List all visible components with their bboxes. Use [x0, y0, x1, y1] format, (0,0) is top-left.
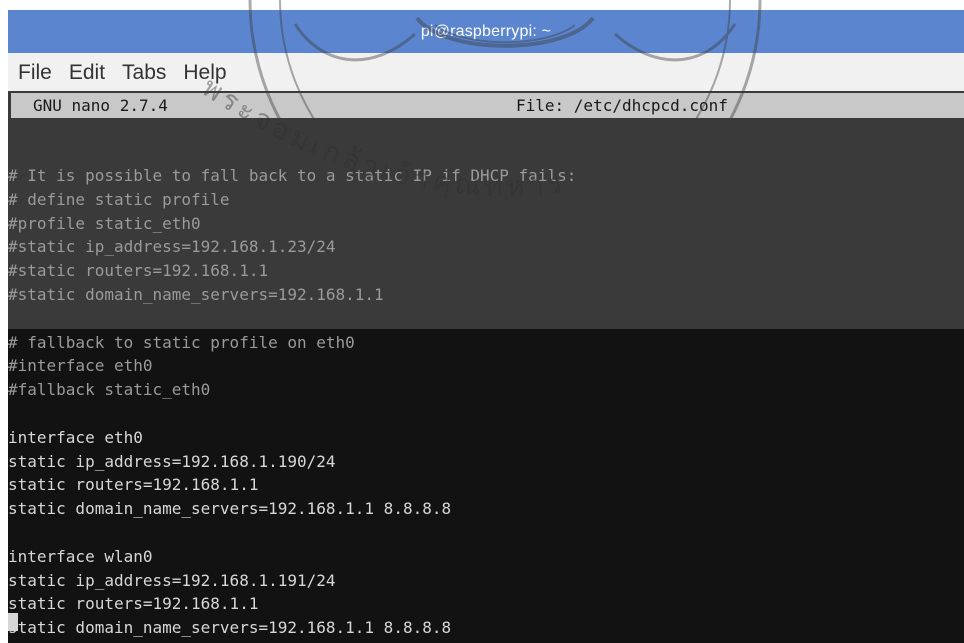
editor-line: #static ip_address=192.168.1.23/24 [8, 237, 336, 257]
menu-file[interactable]: File [18, 62, 52, 83]
editor-line: # It is possible to fall back to a stati… [8, 166, 577, 185]
terminal-editor-area[interactable]: GNU nano 2.7.4 File: /etc/dhcpcd.conf # … [8, 91, 964, 643]
editor-line: static domain_name_servers=192.168.1.1 8… [8, 499, 452, 519]
editor-line: # define static profile [8, 189, 230, 209]
menu-help[interactable]: Help [183, 62, 226, 83]
editor-line: #static routers=192.168.1.1 [8, 261, 269, 281]
editor-line: static routers=192.168.1.1 [8, 475, 259, 495]
window-titlebar[interactable]: pi@raspberrypi: ~ [8, 10, 964, 53]
editor-line: static domain_name_servers=192.168.1.1 8… [8, 618, 452, 638]
menu-edit[interactable]: Edit [69, 62, 105, 83]
nano-version: GNU nano 2.7.4 [33, 96, 168, 115]
editor-line: static ip_address=192.168.1.190/24 [8, 451, 336, 471]
terminal-window: pi@raspberrypi: ~ File Edit Tabs Help GN… [0, 0, 964, 643]
window-title: pi@raspberrypi: ~ [420, 23, 552, 40]
menu-tabs[interactable]: Tabs [122, 62, 166, 83]
nano-file-path: File: /etc/dhcpcd.conf [516, 96, 728, 115]
editor-line: interface eth0 [8, 427, 143, 447]
editor-line: #interface eth0 [8, 356, 153, 376]
nano-header: GNU nano 2.7.4 File: /etc/dhcpcd.conf [11, 93, 964, 118]
menu-bar: File Edit Tabs Help [8, 53, 964, 91]
text-cursor [8, 613, 18, 631]
editor-lines[interactable]: # It is possible to fall back to a stati… [8, 164, 964, 640]
editor-line: #fallback static_eth0 [8, 380, 211, 400]
editor-line: #static domain_name_servers=192.168.1.1 [8, 284, 384, 304]
editor-line: # fallback to static profile on eth0 [8, 332, 355, 352]
editor-line: #profile static_eth0 [8, 213, 201, 233]
editor-line: static ip_address=192.168.1.191/24 [8, 570, 336, 590]
editor-line: interface wlan0 [8, 546, 153, 566]
editor-line: static routers=192.168.1.1 [8, 594, 259, 614]
